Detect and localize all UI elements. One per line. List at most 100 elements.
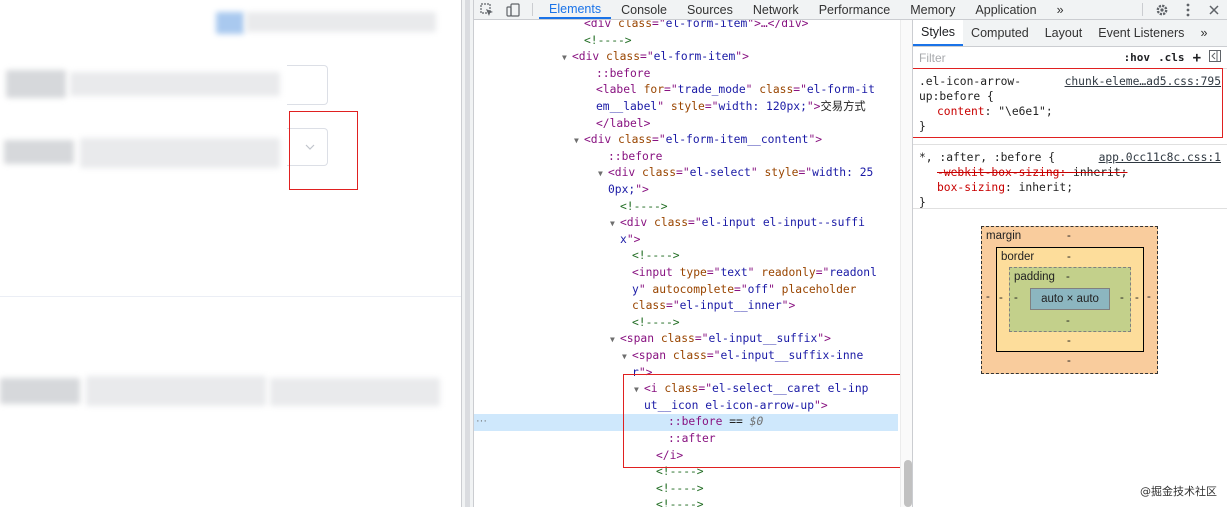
cls-toggle[interactable]: .cls [1158, 51, 1185, 64]
dom-tree-line[interactable]: <!----> [474, 248, 898, 265]
inspect-element-icon[interactable] [474, 0, 500, 19]
dom-tree-line[interactable]: class="el-input__inner"> [474, 298, 898, 315]
dom-token: width: 120px; [718, 100, 807, 113]
dom-tree-line[interactable]: ▼ <span class="el-input__suffix"> [474, 331, 898, 348]
box-model-padding-left[interactable]: - [1014, 292, 1018, 304]
page-preview [0, 0, 461, 507]
box-model-margin-right[interactable]: - [1147, 291, 1151, 303]
kebab-menu-icon[interactable] [1175, 0, 1201, 19]
dom-token: =" [666, 299, 680, 313]
dom-token: " [750, 166, 765, 180]
dom-token: class [654, 216, 689, 230]
rule2-property-webkit[interactable]: -webkit-box-sizing [937, 166, 1059, 179]
dom-tree-line[interactable]: em__label" style="width: 120px;">交易方式 [474, 99, 898, 116]
dom-tree-line[interactable]: <!----> [474, 199, 898, 216]
dom-tree-line[interactable]: <!----> [474, 481, 898, 498]
tab-elements[interactable]: Elements [539, 0, 612, 19]
rule2-property[interactable]: box-sizing [937, 181, 1005, 194]
expand-triangle-icon[interactable]: ▼ [622, 349, 632, 366]
tab-event-listeners[interactable]: Event Listeners [1090, 20, 1192, 46]
new-rule-button[interactable]: + [1193, 50, 1201, 66]
box-model-padding-label: padding [1014, 271, 1055, 283]
box-model-border-right[interactable]: - [1135, 292, 1139, 304]
tab-performance[interactable]: Performance [809, 0, 901, 19]
dom-tree-line[interactable]: <!----> [474, 497, 898, 507]
dom-token: <div [584, 20, 619, 30]
dom-token: el-form-item__content [665, 133, 809, 147]
dom-tree-line[interactable]: <div class="el-form-item">…</div> [474, 20, 898, 33]
gear-icon[interactable] [1149, 0, 1175, 19]
tab-memory[interactable]: Memory [900, 0, 965, 19]
box-model-border: border - - - - padding - - - - auto × au… [996, 247, 1144, 352]
css-rule-universal[interactable]: *, :after, :before { -webkit-box-sizing:… [913, 145, 1227, 209]
elements-scrollbar-track[interactable] [900, 20, 912, 507]
rule2-value-webkit[interactable]: inherit; [1073, 166, 1127, 179]
more-sidebar-tabs-button[interactable]: » [1192, 20, 1215, 46]
tab-computed[interactable]: Computed [963, 20, 1037, 46]
more-tabs-button[interactable]: » [1047, 0, 1074, 19]
rule2-source-link[interactable]: app.0cc11c8c.css:1 [1099, 150, 1221, 165]
dom-tree-line[interactable]: </label> [474, 116, 898, 133]
form-input-1[interactable] [287, 65, 328, 105]
expand-triangle-icon[interactable]: ▼ [574, 133, 584, 150]
box-model-padding-bottom[interactable]: - [1066, 315, 1070, 327]
elements-dom-tree[interactable]: <div class="el-form-item">…</div> <!---->… [474, 20, 912, 507]
box-model-content[interactable]: auto × auto [1030, 288, 1110, 310]
dom-tree-line[interactable]: ▼ <div class="el-form-item"> [474, 49, 898, 66]
dom-token: "> [806, 100, 821, 113]
close-icon[interactable] [1201, 0, 1227, 19]
box-model-border-bottom[interactable]: - [1067, 335, 1071, 347]
box-model-margin-left[interactable]: - [986, 291, 990, 303]
dom-token: x [620, 232, 627, 246]
dom-tree-line[interactable]: <input type="text" readonly="readonl [474, 265, 898, 282]
toolbar-separator-right [1142, 3, 1143, 16]
dom-token: " [745, 83, 760, 97]
dom-token: <!----> [656, 498, 704, 507]
box-model-border-top[interactable]: - [1067, 251, 1071, 263]
dom-tree-line[interactable]: ::before [474, 149, 898, 166]
selected-node-ellipsis[interactable]: ··· [476, 413, 487, 430]
dom-token: =" [815, 266, 830, 279]
box-model-margin-label: margin [986, 230, 1022, 242]
dom-tree-line[interactable]: <label for="trade_mode" class="el-form-i… [474, 82, 898, 99]
dom-tree-line[interactable]: <!----> [474, 315, 898, 332]
expand-triangle-icon[interactable]: ▼ [610, 332, 620, 349]
elements-scrollbar-thumb[interactable] [904, 460, 912, 507]
dom-token: <label [596, 83, 644, 97]
dom-token: </label> [596, 116, 651, 130]
blurred-header-text [246, 12, 436, 32]
box-model-border-left[interactable]: - [999, 292, 1003, 304]
expand-triangle-icon[interactable]: ▼ [598, 166, 608, 183]
tab-application[interactable]: Application [965, 0, 1046, 19]
dom-tree-line[interactable]: 0px;"> [474, 182, 898, 199]
rule2-value[interactable]: inherit; [1019, 181, 1073, 194]
dom-token: =" [734, 282, 748, 296]
dom-tree-line[interactable]: ▼ <div class="el-select" style="width: 25 [474, 165, 898, 182]
dom-token: " [768, 282, 782, 296]
toggle-sidebar-icon[interactable] [1209, 50, 1221, 65]
hov-toggle[interactable]: :hov [1124, 51, 1151, 64]
expand-triangle-icon[interactable]: ▼ [610, 216, 620, 233]
styles-filter-input[interactable]: Filter [919, 51, 1116, 65]
box-model-margin-top[interactable]: - [1067, 230, 1071, 242]
box-model-padding-top[interactable]: - [1066, 271, 1070, 283]
tab-layout[interactable]: Layout [1037, 20, 1091, 46]
dom-tree-line[interactable]: ▼ <span class="el-input__suffix-inne [474, 348, 898, 365]
tab-network[interactable]: Network [743, 0, 809, 19]
dom-tree-line[interactable]: ▼ <div class="el-input el-input--suffi [474, 215, 898, 232]
splitter-grip[interactable] [465, 0, 470, 507]
dom-tree-line[interactable]: ::before [474, 66, 898, 83]
box-model-padding-right[interactable]: - [1120, 292, 1124, 304]
tab-console[interactable]: Console [611, 0, 677, 19]
dom-tree-line[interactable]: y" autocomplete="off" placeholder [474, 282, 898, 299]
dom-tree-line[interactable]: <!----> [474, 33, 898, 50]
dom-tree-line[interactable]: x"> [474, 232, 898, 249]
tab-sources[interactable]: Sources [677, 0, 743, 19]
panel-splitter[interactable] [461, 0, 474, 507]
device-toolbar-icon[interactable] [500, 0, 526, 19]
box-model-margin-bottom[interactable]: - [1067, 355, 1071, 367]
dom-tree-line[interactable]: ▼ <div class="el-form-item__content"> [474, 132, 898, 149]
expand-triangle-icon[interactable]: ▼ [562, 50, 572, 67]
tab-styles[interactable]: Styles [913, 20, 964, 46]
dom-token: readonl [829, 266, 877, 279]
